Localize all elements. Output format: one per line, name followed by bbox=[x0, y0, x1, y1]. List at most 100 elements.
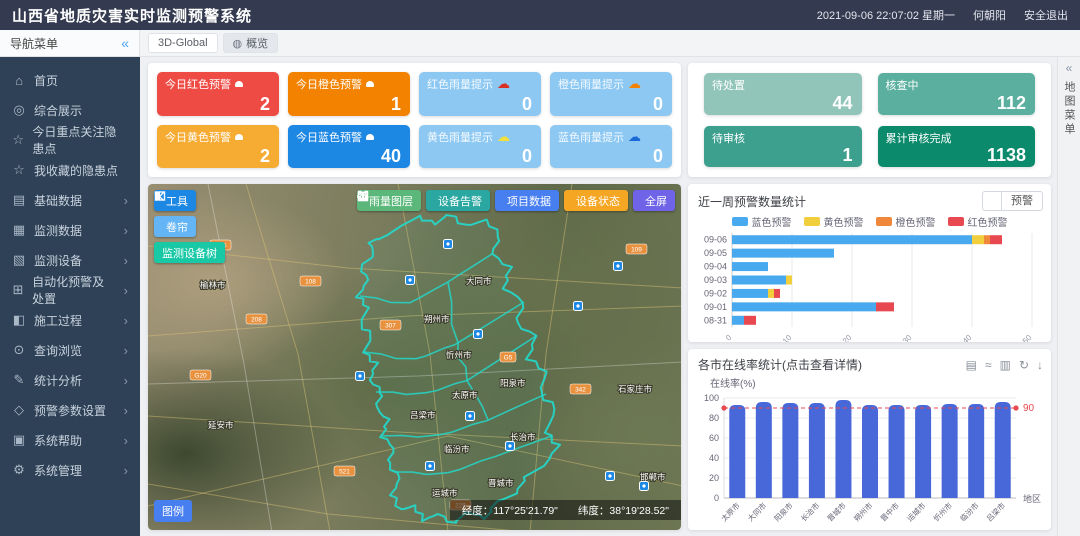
tab-overview[interactable]: ◍概览 bbox=[223, 33, 279, 53]
tab-3d-global[interactable]: 3D-Global bbox=[148, 33, 218, 53]
bar-segment[interactable] bbox=[984, 235, 990, 244]
bar-segment[interactable] bbox=[768, 289, 774, 298]
sidebar-item[interactable]: ⊙查询浏览› bbox=[0, 335, 140, 365]
status-card[interactable]: 核查中112 bbox=[878, 73, 1036, 115]
bar-segment[interactable] bbox=[732, 289, 768, 298]
device-marker-icon[interactable] bbox=[444, 240, 453, 249]
current-user[interactable]: 何朝阳 bbox=[973, 7, 1006, 23]
chevron-right-icon: › bbox=[124, 254, 128, 267]
map-canvas[interactable]: G55208G20108307G5342229109521大同市朔州市忻州市太原… bbox=[148, 184, 681, 530]
sidebar-item[interactable]: ▤基础数据› bbox=[0, 185, 140, 215]
device-marker-icon[interactable] bbox=[640, 482, 649, 491]
city-online-bar[interactable] bbox=[782, 403, 798, 498]
bar-segment[interactable] bbox=[732, 235, 972, 244]
device-marker-icon[interactable] bbox=[426, 462, 435, 471]
device-marker-icon[interactable] bbox=[356, 372, 365, 381]
data-view-icon[interactable]: ▤ bbox=[966, 359, 977, 371]
legend-item[interactable]: 红色预警 bbox=[948, 214, 1008, 229]
device-marker-icon[interactable] bbox=[506, 442, 515, 451]
city-online-bar[interactable] bbox=[808, 403, 824, 498]
warning-card[interactable]: 今日黄色预警2 bbox=[157, 125, 279, 169]
collapse-map-menu-icon[interactable]: « bbox=[1066, 61, 1073, 75]
sidebar-item[interactable]: ⊞自动化预警及处置› bbox=[0, 275, 140, 305]
city-online-bar[interactable] bbox=[968, 404, 984, 498]
chart-mode-warning-button[interactable]: 预警 bbox=[1001, 191, 1043, 211]
sidebar-item[interactable]: ◇预警参数设置› bbox=[0, 395, 140, 425]
sidebar-item[interactable]: ☆我收藏的隐患点 bbox=[0, 155, 140, 185]
city-online-bar[interactable] bbox=[835, 400, 851, 498]
device-marker-icon[interactable] bbox=[406, 276, 415, 285]
sidebar-item[interactable]: ⌂首页 bbox=[0, 65, 140, 95]
bar-chart-icon[interactable]: ▥ bbox=[1000, 359, 1011, 371]
device-marker-icon[interactable] bbox=[574, 302, 583, 311]
chevron-right-icon: › bbox=[124, 434, 128, 447]
map-button-设备告警[interactable]: 设备告警 bbox=[426, 190, 490, 211]
sidebar-item[interactable]: ◎综合展示 bbox=[0, 95, 140, 125]
city-online-bar[interactable] bbox=[862, 405, 878, 498]
warning-card[interactable]: 橙色雨量提示☁0 bbox=[550, 72, 672, 116]
place-label: 临汾市 bbox=[444, 444, 470, 454]
bar-segment[interactable] bbox=[774, 289, 780, 298]
status-card[interactable]: 累计审核完成1138 bbox=[878, 126, 1036, 168]
warning-card[interactable]: 今日橙色预警1 bbox=[288, 72, 410, 116]
map-button-设备状态[interactable]: 设备状态 bbox=[564, 190, 628, 211]
city-online-bar[interactable] bbox=[755, 402, 771, 498]
bar-segment[interactable] bbox=[732, 276, 786, 285]
svg-text:长治市: 长治市 bbox=[798, 500, 821, 523]
map-legend-button[interactable]: 图例 bbox=[154, 500, 192, 522]
chevron-right-icon: › bbox=[124, 314, 128, 327]
sidebar-item[interactable]: ⚙系统管理› bbox=[0, 455, 140, 485]
bar-segment[interactable] bbox=[786, 276, 792, 285]
bar-segment[interactable] bbox=[732, 249, 834, 258]
collapse-sidebar-icon[interactable]: « bbox=[121, 35, 129, 51]
city-online-bar[interactable] bbox=[941, 404, 957, 498]
map-button-全屏[interactable]: 全屏 bbox=[633, 190, 675, 211]
warning-card[interactable]: 今日红色预警2 bbox=[157, 72, 279, 116]
sidebar-item-label: 施工过程 bbox=[34, 312, 82, 329]
sidebar-item[interactable]: ☆今日重点关注隐患点 bbox=[0, 125, 140, 155]
bar-segment[interactable] bbox=[732, 262, 768, 271]
sidebar-item[interactable]: ▧监测设备› bbox=[0, 245, 140, 275]
device-marker-icon[interactable] bbox=[466, 412, 475, 421]
status-card[interactable]: 待审核1 bbox=[704, 126, 862, 168]
bar-segment[interactable] bbox=[972, 235, 984, 244]
legend-item[interactable]: 橙色预警 bbox=[876, 214, 936, 229]
status-card[interactable]: 待处置44 bbox=[704, 73, 862, 115]
legend-item[interactable]: 黄色预警 bbox=[804, 214, 864, 229]
device-marker-icon[interactable] bbox=[606, 472, 615, 481]
sidebar-item-label: 综合展示 bbox=[34, 102, 82, 119]
city-online-bar[interactable] bbox=[915, 405, 931, 498]
map-button-卷帘[interactable]: 卷帘 bbox=[154, 216, 196, 237]
line-chart-icon[interactable]: ≈ bbox=[985, 359, 992, 371]
map-button-项目数据[interactable]: 项目数据 bbox=[495, 190, 559, 211]
nav-panel-title: 导航菜单 bbox=[10, 35, 58, 52]
refresh-icon[interactable]: ↻ bbox=[1019, 359, 1029, 371]
warning-card[interactable]: 今日蓝色预警40 bbox=[288, 125, 410, 169]
card-value: 1 bbox=[391, 94, 401, 115]
card-value: 44 bbox=[832, 93, 852, 114]
device-marker-icon[interactable] bbox=[474, 330, 483, 339]
bar-segment[interactable] bbox=[732, 316, 744, 325]
sidebar-item[interactable]: ◧施工过程› bbox=[0, 305, 140, 335]
city-online-bar[interactable] bbox=[888, 405, 904, 498]
warning-card[interactable]: 红色雨量提示☁0 bbox=[419, 72, 541, 116]
bar-segment[interactable] bbox=[876, 302, 894, 311]
bar-segment[interactable] bbox=[990, 235, 1002, 244]
map-button-监测设备树[interactable]: 监测设备树 bbox=[154, 242, 225, 263]
map-button-label: 监测设备树 bbox=[162, 245, 217, 261]
download-icon[interactable]: ↓ bbox=[1037, 359, 1043, 371]
warning-card[interactable]: 黄色雨量提示☁0 bbox=[419, 125, 541, 169]
bar-segment[interactable] bbox=[744, 316, 756, 325]
chart-mode-blank-button[interactable] bbox=[982, 191, 1001, 211]
logout-link[interactable]: 安全退出 bbox=[1024, 7, 1068, 23]
city-online-bar[interactable] bbox=[729, 405, 745, 498]
online-chart-title: 各市在线率统计(点击查看详情) bbox=[698, 356, 862, 373]
warning-card[interactable]: 蓝色雨量提示☁0 bbox=[550, 125, 672, 169]
city-online-bar[interactable] bbox=[994, 402, 1010, 498]
sidebar-item[interactable]: ▦监测数据› bbox=[0, 215, 140, 245]
sidebar-item[interactable]: ▣系统帮助› bbox=[0, 425, 140, 455]
sidebar-item[interactable]: ✎统计分析› bbox=[0, 365, 140, 395]
legend-item[interactable]: 蓝色预警 bbox=[732, 214, 792, 229]
bar-segment[interactable] bbox=[732, 302, 876, 311]
device-marker-icon[interactable] bbox=[614, 262, 623, 271]
